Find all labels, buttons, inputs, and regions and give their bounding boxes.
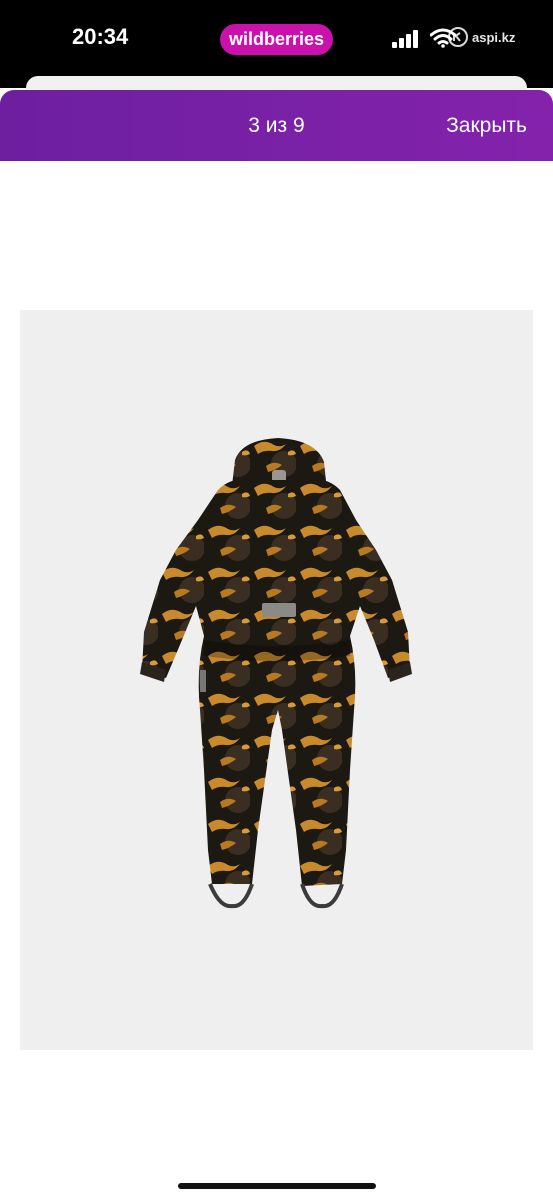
watermark-text: aspi.kz xyxy=(472,30,516,45)
product-photo xyxy=(140,438,412,909)
status-icons: aspi.kz xyxy=(392,26,542,50)
viewer-header: 3 из 9 Закрыть xyxy=(0,90,553,161)
kaspi-logo-icon xyxy=(448,27,468,47)
status-time: 20:34 xyxy=(72,24,129,49)
wildberries-badge[interactable]: wildberries xyxy=(220,24,333,55)
signal-icon xyxy=(392,30,420,48)
product-photo-frame[interactable] xyxy=(20,310,533,1050)
status-bar: 20:34 wildberries aspi.kz xyxy=(0,0,553,88)
home-indicator xyxy=(178,1183,376,1189)
close-button[interactable]: Закрыть xyxy=(446,114,527,138)
